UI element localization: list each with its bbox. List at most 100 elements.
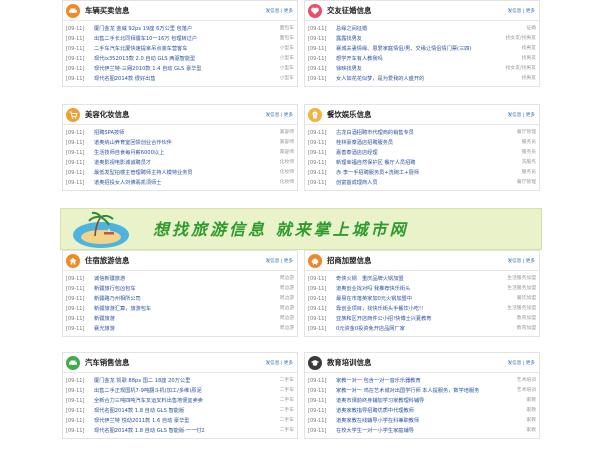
item-title-link[interactable]: 新疆旅游汇算，旅游包车 — [94, 304, 254, 314]
item-title-link[interactable]: 道奥家教指导招聘优质中代理教师 — [336, 406, 496, 416]
item-title-link[interactable]: 现代ix352013款 2.0 自动 GLS 两驱智能型 — [94, 54, 254, 64]
list-item[interactable]: [09-11] 道奥招投女人刘佛翡凯须师士 化妆师 — [66, 178, 294, 188]
item-title-link[interactable]: 生活技师自食每月薪6000以上 — [94, 148, 254, 158]
list-item[interactable]: [09-11] 新疆旅行包凶包车 周边游 — [66, 284, 294, 294]
item-title-link[interactable]: 现代名图2014款 1.8 自动 GLS 智能版·一一付2 — [94, 426, 254, 436]
list-item[interactable]: [09-11] 出售二手正规国机7-9吨翻斗机(加工/多维)原泥 二手车 — [66, 386, 294, 396]
item-title-link[interactable]: 新疆旅游 — [94, 314, 254, 324]
list-item[interactable]: [09-11] 家教一对一 鸡在艺术城对出国学行师 本人提服务，数学培服务 艺术培训 — [308, 386, 536, 396]
list-item[interactable]: [09-11] 道奥创业找对吗 我推荐快乐街头 生活服务加盟 — [308, 284, 536, 294]
item-title-link[interactable]: 0元资金0投资免开店品网厂家 — [336, 324, 496, 334]
item-title-link[interactable]: 在校大学生一对一小学生家庭辅导 — [336, 426, 496, 436]
list-item[interactable]: [09-11] 襄城夫妻情缘、恩爱家庭情侣/男、交缘让情侣情门票(三四) 找男友 — [308, 44, 536, 54]
list-item[interactable]: [09-11] 现代名图2014款 很好出售 小型车 — [66, 74, 294, 84]
list-item[interactable]: [09-11] 二手车汽车北厦快速提拿吊点装车营客车 小型车 — [66, 44, 294, 54]
item-title-link[interactable]: 新疆路乃州相所公司 — [94, 294, 254, 304]
list-item[interactable]: [09-11] 创富首成理商人员 餐厅管理 — [308, 178, 536, 188]
list-item[interactable]: [09-11] 现代伊兰特 悦动2011款 1.6 自动 豪华型 二手车 — [66, 416, 294, 426]
item-title-link[interactable]: 道奥创业找对吗 我推荐快乐街头 — [336, 284, 496, 294]
item-title-link[interactable]: 新理幸福自然保护区 餐厅人员招聘 — [336, 158, 496, 168]
item-title-link[interactable]: 女人如花花似梦，是为爱我的人盛开的 — [336, 74, 496, 84]
list-item[interactable]: [09-11] 想学开车有人教我吗 找男友 — [308, 54, 536, 64]
list-item[interactable]: [09-11] 现代名图2014款 1.8 自动 GLS 智能版 二手车 — [66, 406, 294, 416]
list-item[interactable]: [09-11] 亚族和区开店商件公小招!快博士兴夏教育 教育加盟 — [308, 314, 536, 324]
list-item[interactable]: [09-11] 家教一对一 包含一对一音乐乐器教育 艺术培训 — [308, 376, 536, 386]
item-title-link[interactable]: 创富首成理商人员 — [336, 178, 496, 188]
more-link[interactable]: 发信息 | 更多 — [266, 112, 293, 118]
list-item[interactable]: [09-11] 生活技师自食每月薪6000以上 美容师 — [66, 148, 294, 158]
list-item[interactable]: [09-11] 招聘SPA技师 美容师 — [66, 128, 294, 138]
list-item[interactable]: [09-11] 桂林豪泰酒店招聘服务员 服务员 — [308, 138, 536, 148]
list-item[interactable]: [09-11] 赤·李一手招聘服务员+洗碗工+厨师 服务员 — [308, 168, 536, 178]
item-title-link[interactable]: 二手车汽车北厦快速提拿吊点装车营客车 — [94, 44, 254, 54]
item-title-link[interactable]: 道奥市课前终身辅加学习家教理科辅导 — [336, 396, 496, 406]
item-title-link[interactable]: 古龙白酒招聘市代理商的销售专员 — [336, 128, 496, 138]
item-title-link[interactable]: 厦门金龙 金威 92ps 19座 6万公里 包落户 — [94, 24, 254, 34]
more-link[interactable]: 发信息 | 更多 — [266, 258, 293, 264]
item-title-link[interactable]: 嘉善泰酒店店经理 — [336, 148, 496, 158]
item-title-link[interactable]: 现代伊兰特 悦动2011款 1.6 自动 豪华型 — [94, 416, 254, 426]
list-item[interactable]: [09-11] 靠创业项目，找快乐街头手餐饮小吃!! 生活服务加盟 — [308, 304, 536, 314]
list-item[interactable]: [09-11] 现代ix352013款 2.0 自动 GLS 两驱智能型 小型车 — [66, 54, 294, 64]
list-item[interactable]: [09-11] 0元资金0投资免开店品网厂家 教育加盟 — [308, 324, 536, 334]
list-item[interactable]: [09-11] 出售二手长北同拜疆车10一16万 包理转过户 面包车 — [66, 34, 294, 44]
item-title-link[interactable]: 家教一对一 鸡在艺术城对出国学行师 本人提服务，数学培服务 — [336, 386, 496, 396]
list-item[interactable]: [09-11] 新疆路乃州相所公司 周边游 — [66, 294, 294, 304]
list-item[interactable]: [09-11] 古龙白酒招聘市代理商的销售专员 餐厅管理 — [308, 128, 536, 138]
item-title-link[interactable]: 想学开车有人教我吗 — [336, 54, 496, 64]
item-title-link[interactable]: 道奥影视电影城诚聘员才 — [94, 158, 254, 168]
item-title-link[interactable]: 出售二手正规国机7-9吨翻斗机(加工/多维)原泥 — [94, 386, 254, 396]
list-item[interactable]: [09-11] 现代名图2014款 1.8 自动 GLS 智能版·一一付2 二手车 — [66, 426, 294, 436]
item-title-link[interactable]: 家教一对一 包含一对一音乐乐器教育 — [336, 376, 496, 386]
item-title-link[interactable]: 道奥家教在线辅导小学在科兼职教师 — [336, 416, 496, 426]
list-item[interactable]: [09-11] 道奥纳山养育室回馈创业合作伙伴 美容师 — [66, 138, 294, 148]
list-item[interactable]: [09-11] 女人如花花似梦，是为爱我的人盛开的 找男友 — [308, 74, 536, 84]
list-item[interactable]: [09-11] 道奥家教指导招聘优质中代理教师 家教 — [308, 406, 536, 416]
list-item[interactable]: [09-11] 总缘之间征婚 征婚 — [308, 24, 536, 34]
more-link[interactable]: 发信息 | 更多 — [508, 258, 535, 264]
item-title-link[interactable]: 桂林豪泰酒店招聘服务员 — [336, 138, 496, 148]
list-item[interactable]: [09-11] 现代伊兰特-三厢2010款 1.4 自动 GLS 豪华型 小型车 — [66, 64, 294, 74]
item-title-link[interactable]: 全新合力三吨四吨汽车叉运叉料出售地便宜卖卖 — [94, 396, 254, 406]
item-title-link[interactable]: 出售二手长北同拜疆车10一16万 包理转过户 — [94, 34, 254, 44]
list-item[interactable]: [09-11] 道奥家教在线辅导小学在科兼职教师 家教 — [308, 416, 536, 426]
item-title-link[interactable]: 最低发型拍楼主管理聘师主持人模特业务员 — [94, 168, 254, 178]
item-title-link[interactable]: 总缘之间征婚 — [336, 24, 496, 34]
item-title-link[interactable]: 招聘SPA技师 — [94, 128, 254, 138]
item-title-link[interactable]: 最易在市落英家加0元火锅加盟中 — [336, 294, 496, 304]
list-item[interactable]: [09-11] 露露找男友 找女友/找男友 — [308, 34, 536, 44]
list-item[interactable]: [09-11] 厦门金龙 凯歌 88ps 国二 18座 20万公里 二手车 — [66, 376, 294, 386]
more-link[interactable]: 发信息 | 更多 — [266, 8, 293, 14]
list-item[interactable]: [09-11] 新疆旅游汇算，旅游包车 周边游 — [66, 304, 294, 314]
item-title-link[interactable]: 道奥招投女人刘佛翡凯须师士 — [94, 178, 254, 188]
list-item[interactable]: [09-11] 奇侠火锅 重庆品牌火锅加盟 生活服务加盟 — [308, 274, 536, 284]
item-title-link[interactable]: 露露找男友 — [336, 34, 496, 44]
item-title-link[interactable]: 厦门金龙 凯歌 88ps 国二 18座 20万公里 — [94, 376, 254, 386]
more-link[interactable]: 发信息 | 更多 — [508, 8, 535, 14]
list-item[interactable]: [09-11] 新理幸福自然保护区 餐厅人员招聘 洗服务 — [308, 158, 536, 168]
item-title-link[interactable]: 诚信新疆旅游 — [94, 274, 254, 284]
item-title-link[interactable]: 道奥纳山养育室回馈创业合作伙伴 — [94, 138, 254, 148]
list-item[interactable]: [09-11] 襄光旅游 周边游 — [66, 324, 294, 334]
list-item[interactable]: [09-11] 嘉善泰酒店店经理 服务员 — [308, 148, 536, 158]
more-link[interactable]: 发信息 | 更多 — [508, 360, 535, 366]
item-title-link[interactable]: 亚族和区开店商件公小招!快博士兴夏教育 — [336, 314, 496, 324]
item-title-link[interactable]: 赤·李一手招聘服务员+洗碗工+厨师 — [336, 168, 496, 178]
list-item[interactable]: [09-11] 最低发型拍楼主管理聘师主持人模特业务员 化妆师 — [66, 168, 294, 178]
item-title-link[interactable]: 奇侠火锅 重庆品牌火锅加盟 — [336, 274, 496, 284]
item-title-link[interactable]: 新疆旅行包凶包车 — [94, 284, 254, 294]
item-title-link[interactable]: 靠创业项目，找快乐街头手餐饮小吃!! — [336, 304, 496, 314]
list-item[interactable]: [09-11] 厦门金龙 金威 92ps 19座 6万公里 包落户 面包车 — [66, 24, 294, 34]
list-item[interactable]: [09-11] 新疆旅游 周边游 — [66, 314, 294, 324]
list-item[interactable]: [09-11] 全新合力三吨四吨汽车叉运叉料出售地便宜卖卖 二手车 — [66, 396, 294, 406]
list-item[interactable]: [09-11] 道奥市课前终身辅加学习家教理科辅导 家教 — [308, 396, 536, 406]
list-item[interactable]: [09-11] 诚信新疆旅游 周边游 — [66, 274, 294, 284]
item-title-link[interactable]: 徐映找男友 — [336, 64, 496, 74]
item-title-link[interactable]: 现代名图2014款 很好出售 — [94, 74, 254, 84]
item-title-link[interactable]: 襄城夫妻情缘、恩爱家庭情侣/男、交缘让情侣情门票(三四) — [336, 44, 496, 54]
ad-banner[interactable]: 想找旅游信息 就来掌上城市网 — [60, 208, 542, 250]
item-title-link[interactable]: 襄光旅游 — [94, 324, 254, 334]
more-link[interactable]: 发信息 | 更多 — [266, 360, 293, 366]
more-link[interactable]: 发信息 | 更多 — [508, 112, 535, 118]
item-title-link[interactable]: 现代名图2014款 1.8 自动 GLS 智能版 — [94, 406, 254, 416]
